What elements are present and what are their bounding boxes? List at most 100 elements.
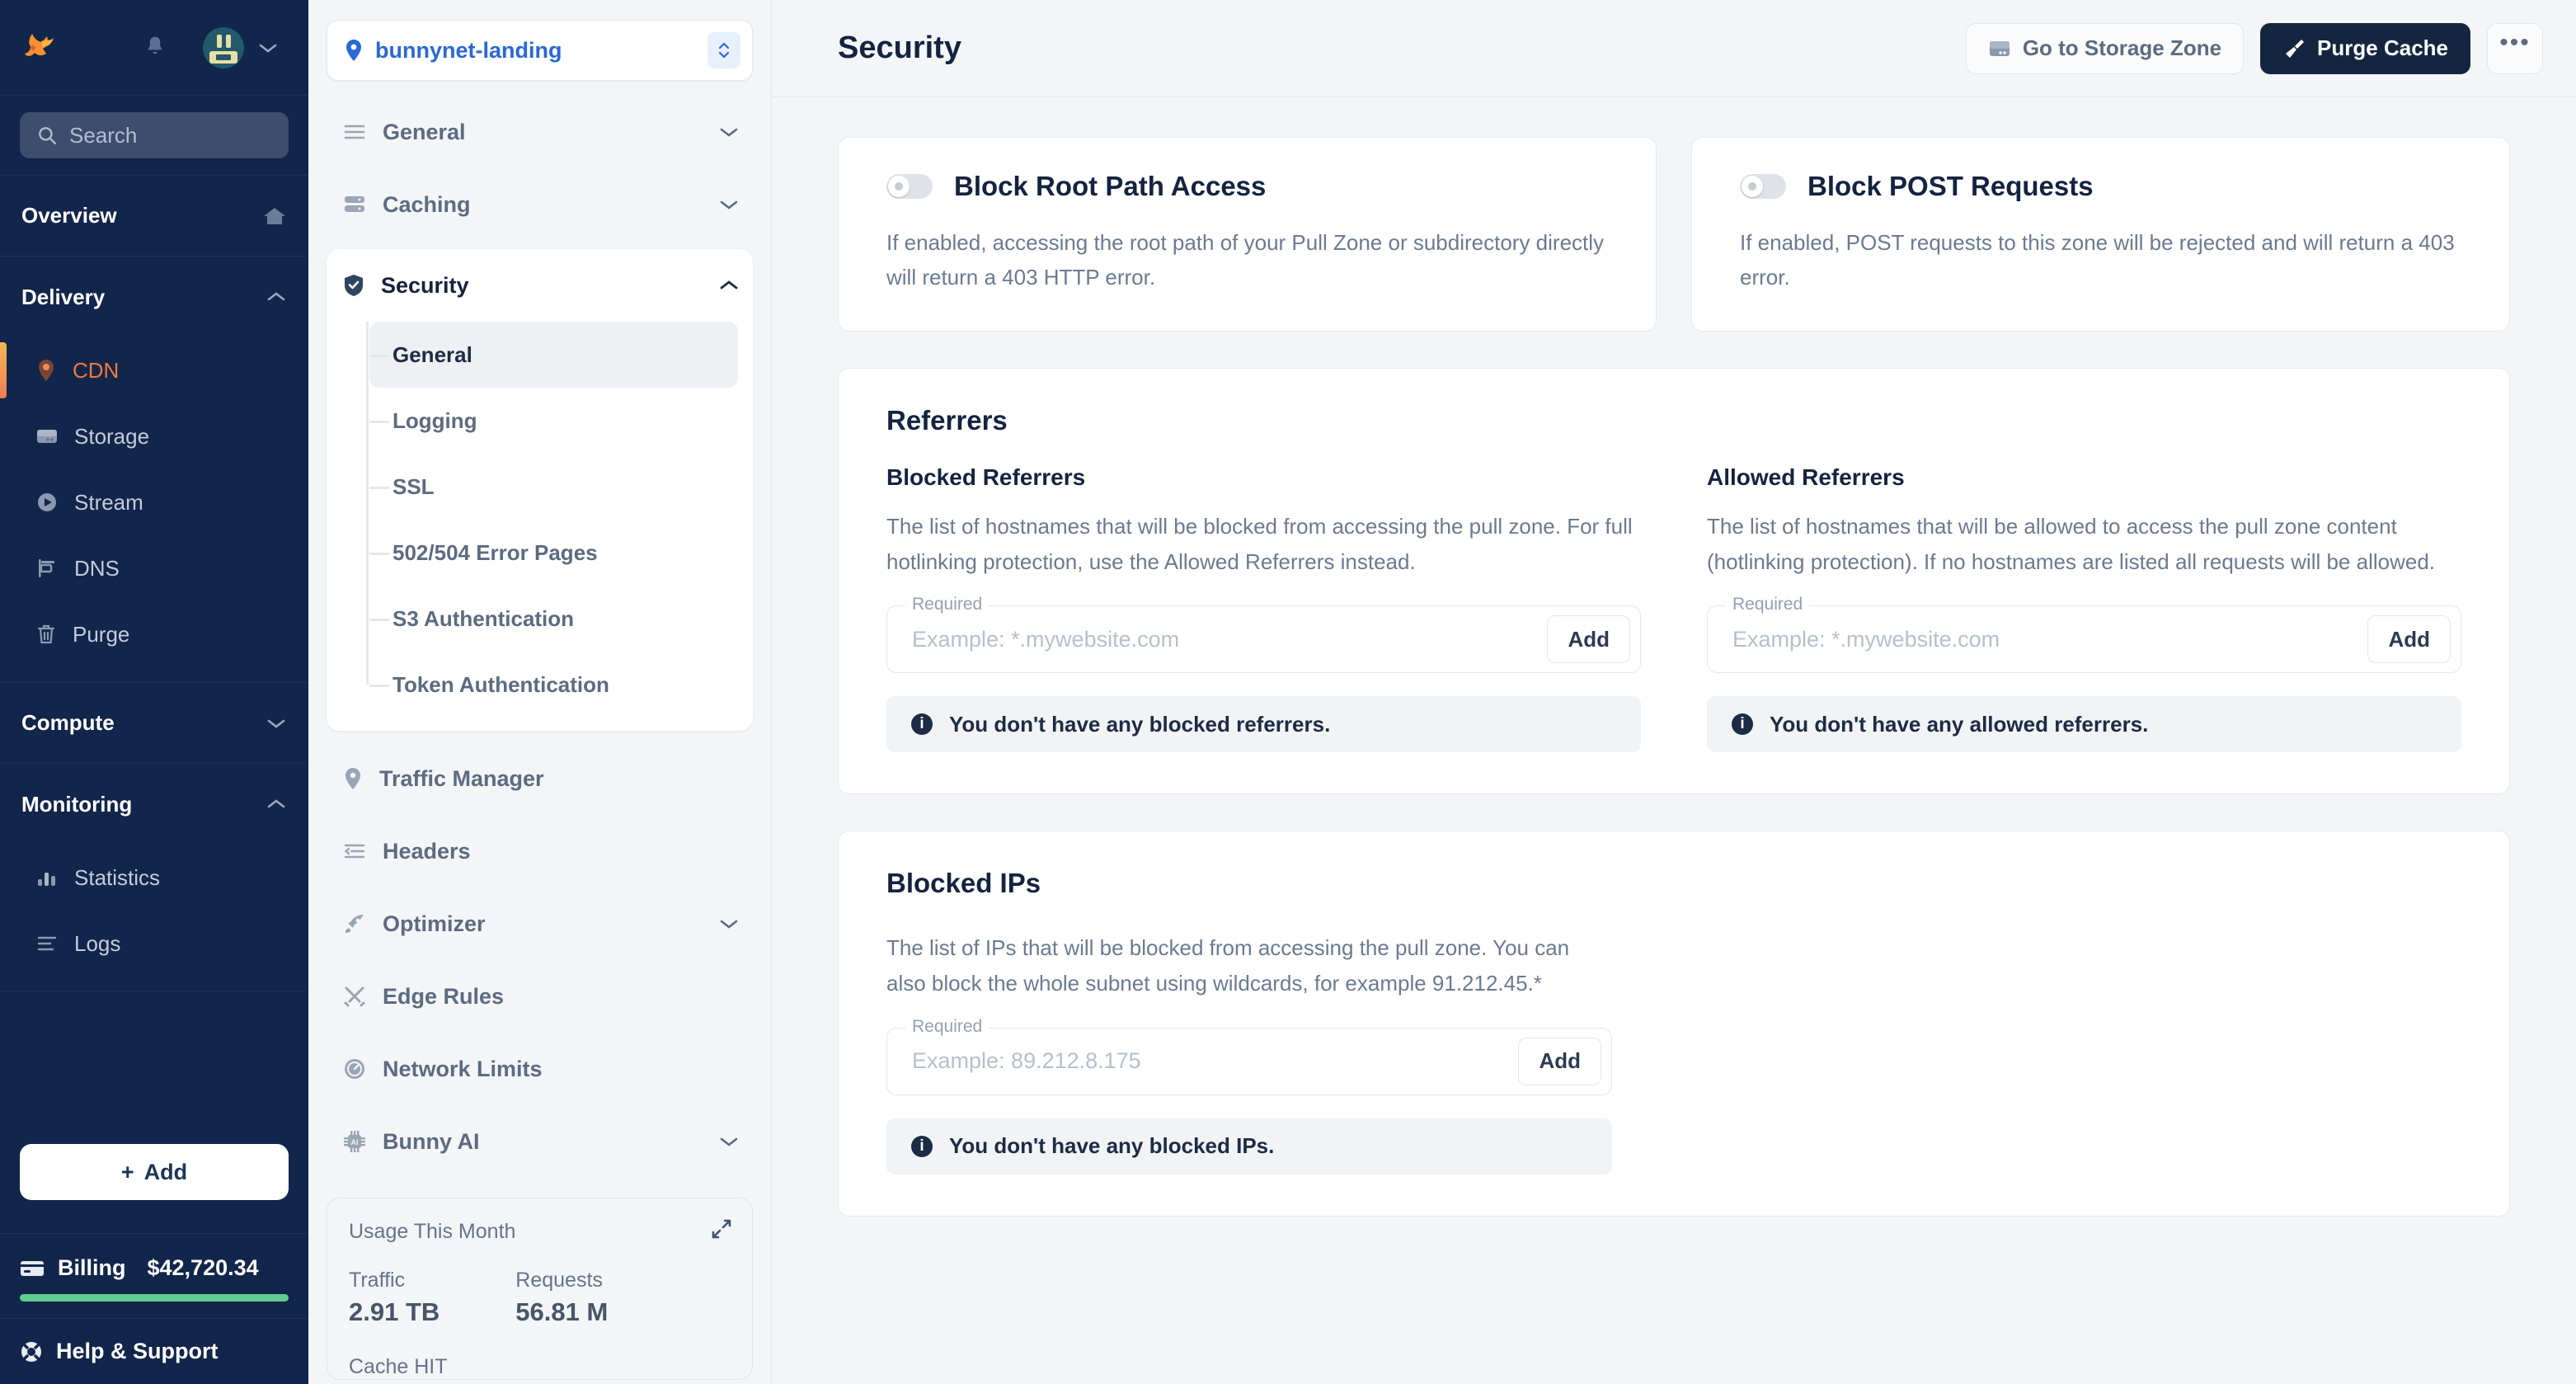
server-icon	[343, 195, 366, 214]
sidebar-item-security[interactable]: Security	[327, 249, 753, 322]
purge-cache-button[interactable]: Purge Cache	[2260, 22, 2470, 74]
usage-metric-traffic: Traffic 2.91 TB	[349, 1269, 440, 1327]
bunny-logo-icon[interactable]	[21, 31, 76, 64]
blocked-referrers-input[interactable]	[912, 626, 1548, 652]
sidebar-item-general[interactable]: General	[327, 96, 753, 168]
sidebar-subitem-label: Token Authentication	[393, 671, 609, 697]
blocked-ips-add-button[interactable]: Add	[1518, 1037, 1601, 1085]
sidebar-item-label: Overview	[21, 203, 117, 228]
more-horizontal-icon[interactable]: •••	[2487, 22, 2543, 74]
bell-icon[interactable]	[134, 35, 176, 61]
sidebar-item-caching[interactable]: Caching	[327, 168, 753, 241]
sidebar-item-label: Stream	[74, 489, 143, 515]
blocked-ips-notice: i You don't have any blocked IPs.	[886, 1118, 1612, 1175]
storage-icon	[36, 427, 58, 445]
sidebar-group-label: Monitoring	[21, 791, 133, 817]
sidebar-item-optimizer[interactable]: Optimizer	[327, 887, 753, 960]
toggle-header: Block POST Requests	[1740, 171, 2461, 202]
sidebar-group-header-monitoring[interactable]: Monitoring	[0, 764, 308, 845]
avatar[interactable]	[203, 26, 244, 68]
blocked-referrers-column: Blocked Referrers The list of hostnames …	[886, 464, 1641, 753]
sidebar-subitem-ssl[interactable]: SSL	[369, 454, 738, 520]
sidebar-subitem-s3-authentication[interactable]: S3 Authentication	[369, 586, 738, 652]
sidebar-subitem-general[interactable]: General	[369, 322, 738, 388]
sidebar-item-overview[interactable]: Overview	[0, 176, 308, 257]
blocked-ips-input[interactable]	[912, 1048, 1519, 1075]
blocked-ips-column: The list of IPs that will be blocked fro…	[886, 927, 1612, 1175]
sidebar-item-edge-rules[interactable]: Edge Rules	[327, 960, 753, 1033]
blocked-ips-title: Blocked IPs	[886, 868, 1041, 899]
security-submenu: General Logging SSL 502/504 Error Pages …	[327, 322, 753, 718]
sidebar-group-header-compute[interactable]: Compute	[0, 683, 308, 764]
expand-icon[interactable]	[711, 1218, 732, 1240]
rocket-icon	[343, 912, 366, 935]
sidebar-subitem-token-authentication[interactable]: Token Authentication	[369, 652, 738, 718]
sidebar-item-storage[interactable]: Storage	[0, 403, 308, 469]
blocked-ips-description: The list of IPs that will be blocked fro…	[886, 935, 1570, 996]
usage-requests-value: 56.81 M	[515, 1297, 609, 1326]
sidebar-item-traffic-manager[interactable]: Traffic Manager	[327, 742, 753, 815]
sidebar-group-items-monitoring: Statistics Logs	[0, 845, 308, 991]
tree-line-horizontal	[369, 487, 389, 489]
sidebar-item-cdn[interactable]: CDN	[0, 337, 308, 403]
block-post-requests-card: Block POST Requests If enabled, POST req…	[1691, 137, 2510, 332]
search-input[interactable]: Search	[20, 112, 289, 158]
allowed-referrers-notice: i You don't have any allowed referrers.	[1707, 696, 2461, 753]
play-circle-icon	[36, 492, 58, 513]
zone-selector[interactable]: bunnynet-landing	[327, 20, 753, 81]
add-button-label: Add	[143, 1159, 188, 1184]
help-and-support[interactable]: Help & Support	[0, 1318, 308, 1384]
sidebar-item-purge[interactable]: Purge	[0, 601, 308, 667]
app-root: Search Overview Delivery CDN Storage Str…	[0, 0, 2576, 1384]
sidebar-subitem-label: SSL	[393, 473, 435, 499]
avatar-mouth	[209, 50, 237, 64]
sidebar-item-label: Caching	[383, 191, 471, 217]
billing-section[interactable]: Billing $42,720.34	[0, 1233, 308, 1318]
main-body: Block Root Path Access If enabled, acces…	[772, 97, 2576, 1384]
sidebar-subitem-logging[interactable]: Logging	[369, 388, 738, 454]
blocked-referrers-add-button[interactable]: Add	[1547, 615, 1630, 664]
sidebar-item-logs[interactable]: Logs	[0, 911, 308, 977]
chevron-down-icon	[718, 917, 740, 930]
usage-card: Usage This Month Traffic 2.91 TB Request…	[327, 1198, 753, 1380]
block-post-requests-toggle[interactable]	[1740, 174, 1786, 199]
chevron-up-down-icon[interactable]	[707, 32, 740, 68]
allowed-referrers-input[interactable]	[1732, 626, 2368, 652]
primary-sidebar: Search Overview Delivery CDN Storage Str…	[0, 0, 308, 1384]
sidebar-item-stream[interactable]: Stream	[0, 469, 308, 535]
info-icon: i	[911, 1135, 933, 1157]
block-root-path-access-toggle[interactable]	[886, 174, 933, 199]
sidebar-group-security: Security General Logging SSL 502/504 Err…	[327, 249, 753, 731]
sidebar-group-items-delivery: CDN Storage Stream DNS Purge	[0, 337, 308, 682]
allowed-referrers-column: Allowed Referrers The list of hostnames …	[1707, 464, 2461, 753]
blocked-referrers-title: Blocked Referrers	[886, 464, 1086, 491]
usage-traffic-value: 2.91 TB	[349, 1297, 440, 1326]
allowed-referrers-notice-text: You don't have any allowed referrers.	[1770, 711, 2149, 737]
svg-text:AI: AI	[351, 1138, 359, 1146]
tree-line-horizontal	[369, 685, 389, 687]
sidebar-item-label: Bunny AI	[383, 1128, 480, 1154]
sidebar-subitem-error-pages[interactable]: 502/504 Error Pages	[369, 520, 738, 586]
sidebar-item-headers[interactable]: Headers	[327, 815, 753, 887]
blocked-ips-field: Required Add	[886, 1016, 1612, 1095]
chevron-down-icon[interactable]	[257, 41, 279, 54]
sidebar-group-delivery: Delivery CDN Storage Stream DNS Purge	[0, 257, 308, 683]
gauge-icon	[343, 1057, 366, 1080]
usage-cache-hit-label: Cache HIT	[349, 1355, 448, 1378]
sidebar-item-bunny-ai[interactable]: AI Bunny AI	[327, 1105, 753, 1178]
help-label: Help & Support	[56, 1339, 219, 1363]
trash-icon	[36, 624, 56, 645]
sidebar-item-statistics[interactable]: Statistics	[0, 845, 308, 911]
headers-icon	[343, 842, 366, 860]
add-button[interactable]: + Add	[20, 1144, 289, 1200]
block-root-path-access-title: Block Root Path Access	[954, 171, 1267, 201]
sidebar-item-network-limits[interactable]: Network Limits	[327, 1033, 753, 1105]
sidebar-item-dns[interactable]: DNS	[0, 535, 308, 601]
broom-icon	[2282, 38, 2306, 59]
search-icon	[39, 127, 56, 144]
blocked-ips-columns: The list of IPs that will be blocked fro…	[886, 927, 2461, 1175]
allowed-referrers-add-button[interactable]: Add	[2367, 615, 2451, 664]
blocked-referrers-notice-text: You don't have any blocked referrers.	[949, 711, 1331, 737]
go-to-storage-zone-button[interactable]: Go to Storage Zone	[1965, 22, 2245, 74]
sidebar-group-header-delivery[interactable]: Delivery	[0, 257, 308, 337]
